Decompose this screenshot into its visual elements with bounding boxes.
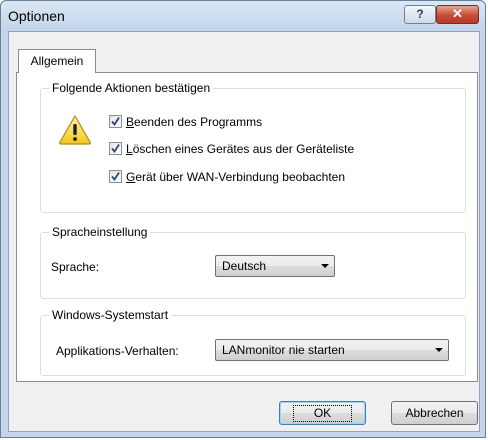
cancel-button-label: Abbrechen [405, 406, 464, 420]
cancel-button[interactable]: Abbrechen [391, 401, 478, 425]
tab-panel-allgemein: Folgende Aktionen bestätigen Beenden des… [16, 72, 478, 382]
language-legend: Spracheinstellung [49, 225, 151, 239]
checkbox-label-wan: Gerät über WAN-Verbindung beobachten [126, 170, 346, 184]
startup-group: Windows-Systemstart Applikations-Verhalt… [40, 308, 466, 376]
language-label: Sprache: [51, 260, 100, 274]
language-select[interactable]: Deutsch [215, 255, 335, 277]
startup-legend: Windows-Systemstart [49, 308, 172, 322]
checkbox-loeschen[interactable] [109, 142, 122, 155]
language-group: Spracheinstellung Sprache: Deutsch [40, 225, 466, 299]
checkbox-wan[interactable] [109, 170, 122, 183]
close-icon: ✕ [452, 6, 463, 21]
close-button[interactable]: ✕ [436, 5, 479, 24]
help-button[interactable]: ? [404, 5, 436, 24]
ok-button-label: OK [292, 405, 353, 422]
checkbox-beenden[interactable] [109, 115, 122, 128]
checkbox-label-beenden: Beenden des Programms [126, 115, 263, 129]
warning-icon [59, 115, 91, 145]
help-icon: ? [416, 7, 424, 21]
dialog-client-area: Allgemein Folgende Aktionen bestätigen B… [8, 31, 480, 432]
startup-behavior-label: Applikations-Verhalten: [56, 344, 179, 358]
tab-allgemein[interactable]: Allgemein [18, 49, 96, 73]
title-bar[interactable]: Optionen ? ✕ [1, 1, 485, 31]
window-title: Optionen [8, 8, 65, 24]
confirm-actions-legend: Folgende Aktionen bestätigen [49, 81, 214, 95]
startup-behavior-select-value: LANmonitor nie starten [222, 343, 345, 357]
language-select-value: Deutsch [222, 259, 267, 273]
options-dialog: Optionen ? ✕ Allgemein Folgende Aktionen… [0, 0, 486, 438]
checkbox-label-loeschen: Löschen eines Gerätes aus der Gerätelist… [126, 142, 355, 156]
confirm-actions-group: Folgende Aktionen bestätigen Beenden des… [40, 81, 466, 213]
ok-button[interactable]: OK [279, 401, 366, 425]
chevron-down-icon [321, 264, 329, 268]
startup-behavior-select[interactable]: LANmonitor nie starten [215, 339, 449, 361]
chevron-down-icon [435, 348, 443, 352]
